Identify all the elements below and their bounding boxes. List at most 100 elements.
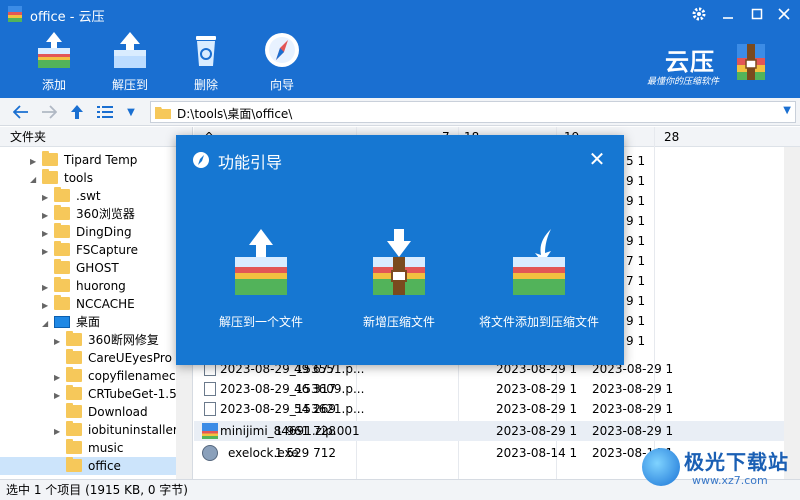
list-item-selected[interactable]: minijimi_84691.zip.001 1 961 728 2023-08… <box>194 421 784 441</box>
folder-icon <box>66 439 82 454</box>
peek-dates: 5 1 9 1 9 1 9 1 9 1 7 1 7 1 9 1 9 1 9 1 <box>626 154 646 348</box>
tree-item[interactable]: ▶ 360浏览器 <box>42 205 135 223</box>
close-button[interactable] <box>772 2 796 26</box>
path-field[interactable]: D:\tools\桌面\office\ ▼ <box>150 101 796 123</box>
view-dropdown-icon[interactable]: ▼ <box>120 101 142 123</box>
tree-item[interactable]: Download <box>54 403 148 421</box>
settings-gear-icon[interactable] <box>687 2 711 26</box>
folder-icon <box>54 187 70 202</box>
dialog-close-icon[interactable]: ✕ <box>586 149 608 171</box>
folder-icon <box>66 385 82 400</box>
minimize-button[interactable] <box>716 2 740 26</box>
tree-item[interactable]: ▶ huorong <box>42 277 126 295</box>
collapse-arrow-icon[interactable]: ◢ <box>42 315 54 333</box>
tree-item-label: 360浏览器 <box>76 207 135 221</box>
back-arrow-icon[interactable] <box>10 101 32 123</box>
tree-item[interactable]: ▶ .swt <box>42 187 101 205</box>
tree-item[interactable]: GHOST <box>42 259 119 277</box>
maximize-button[interactable] <box>745 2 769 26</box>
list-view-icon[interactable] <box>94 101 116 123</box>
folder-icon <box>54 259 70 274</box>
exe-file-icon <box>202 445 218 461</box>
folder-icon <box>42 151 58 166</box>
window-title: office - 云压 <box>30 10 105 25</box>
up-level-icon[interactable] <box>66 101 88 123</box>
extract-to-button[interactable]: 解压到 <box>100 30 160 94</box>
add-button[interactable]: 添加 <box>24 30 84 94</box>
path-text: D:\tools\桌面\office\ <box>177 107 293 121</box>
watermark-url: www.xz7.com <box>692 474 768 487</box>
collapse-arrow-icon[interactable]: ◢ <box>30 171 42 189</box>
list-item[interactable]: 2023-08-29_153609.p... 46 317 2023-08-29… <box>194 379 784 399</box>
forward-arrow-icon[interactable] <box>38 101 60 123</box>
archive-file-icon <box>202 423 218 439</box>
brand-slogan: 最懂你的压缩软件 <box>647 77 720 87</box>
top-bar: office - 云压 添加 解压到 删除 向导 云压 最懂你的压缩软件 <box>0 0 800 98</box>
tree-item-label: iobituninstaller <box>88 423 178 437</box>
option-label: 新增压缩文件 <box>362 315 435 329</box>
tree-item[interactable]: ◢ 桌面 <box>42 313 100 331</box>
extract-label: 解压到 <box>111 78 148 92</box>
add-archive-icon <box>38 32 70 68</box>
tree-item-label: tools <box>64 171 93 185</box>
folder-icon <box>54 223 70 238</box>
tree-item[interactable]: ▶ Tipard Temp <box>30 151 137 169</box>
status-text: 选中 1 个项目 (1915 KB, 0 字节) <box>6 483 188 497</box>
folder-icon <box>42 169 58 184</box>
delete-button[interactable]: 删除 <box>176 30 236 94</box>
folder-icon <box>66 349 82 364</box>
tree-item[interactable]: ▶ DingDing <box>42 223 132 241</box>
tree-item[interactable]: ▶ FSCapture <box>42 241 138 259</box>
delete-label: 删除 <box>193 78 218 92</box>
folder-icon <box>66 367 82 382</box>
folder-icon <box>54 241 70 256</box>
tree-item[interactable]: CareUEyesPro <box>54 349 172 367</box>
tree-item[interactable]: ▶ NCCACHE <box>42 295 135 313</box>
new-archive-option[interactable]: 新增压缩文件 <box>324 227 474 347</box>
folder-icon <box>66 421 82 436</box>
desktop-icon <box>54 316 70 328</box>
list-item[interactable]: 2023-08-29_153621.p... 54 269 2023-08-29… <box>194 399 784 419</box>
folder-icon <box>66 403 82 418</box>
tree-item[interactable]: ▶ CRTubeGet-1.5 <box>54 385 177 403</box>
list-vertical-scrollbar[interactable] <box>784 147 800 479</box>
tree-item-label: GHOST <box>76 261 119 275</box>
brand-area: 云压 最懂你的压缩软件 <box>645 36 795 92</box>
folder-icon <box>66 457 82 472</box>
tree-item[interactable]: ◢ tools <box>30 169 93 187</box>
add-to-archive-icon <box>513 229 565 295</box>
folder-icon <box>54 277 70 292</box>
tree-item[interactable]: music <box>54 439 123 457</box>
image-file-icon <box>204 382 216 396</box>
address-bar: ▼ D:\tools\桌面\office\ ▼ <box>0 98 800 126</box>
image-file-icon <box>204 402 216 416</box>
folder-tree: 文件夹 ▶ Tipard Temp ◢ tools ▶ .swt ▶ 360浏览器 ▶ D… <box>0 127 193 479</box>
column-header[interactable]: 28 <box>664 130 679 144</box>
recycle-bin-icon <box>196 36 216 66</box>
tree-item-selected[interactable]: office <box>0 457 176 475</box>
tree-item-label: .swt <box>76 189 101 203</box>
extract-archive-icon <box>235 229 287 295</box>
extract-to-file-option[interactable]: 解压到一个文件 <box>186 227 336 347</box>
watermark-brand: 极光下载站 <box>684 450 789 474</box>
dialog-title: 功能引导 <box>218 153 283 172</box>
compass-icon <box>193 152 209 168</box>
tree-item[interactable]: ▶ copyfilenamecr <box>54 367 181 385</box>
wizard-button[interactable]: 向导 <box>252 30 312 94</box>
tree-item-label: Download <box>88 405 148 419</box>
extract-icon <box>114 32 146 68</box>
option-label: 解压到一个文件 <box>218 315 303 329</box>
tree-item-label: 360断网修复 <box>88 333 159 347</box>
watermark: 极光下载站 www.xz7.com <box>642 442 798 498</box>
compass-icon <box>265 33 299 67</box>
path-dropdown-icon[interactable]: ▼ <box>783 105 791 116</box>
add-label: 添加 <box>41 78 66 92</box>
option-label: 将文件添加到压缩文件 <box>478 315 599 329</box>
tree-item-label: music <box>88 441 124 455</box>
tree-item[interactable]: ▶ iobituninstaller <box>54 421 178 439</box>
tree-item[interactable]: ▶ 360断网修复 <box>54 331 159 349</box>
add-to-archive-option[interactable]: 将文件添加到压缩文件 <box>464 227 614 347</box>
tree-header: 文件夹 <box>0 127 192 147</box>
tree-item-label: office <box>88 459 121 473</box>
tree-item-label: NCCACHE <box>76 297 135 311</box>
